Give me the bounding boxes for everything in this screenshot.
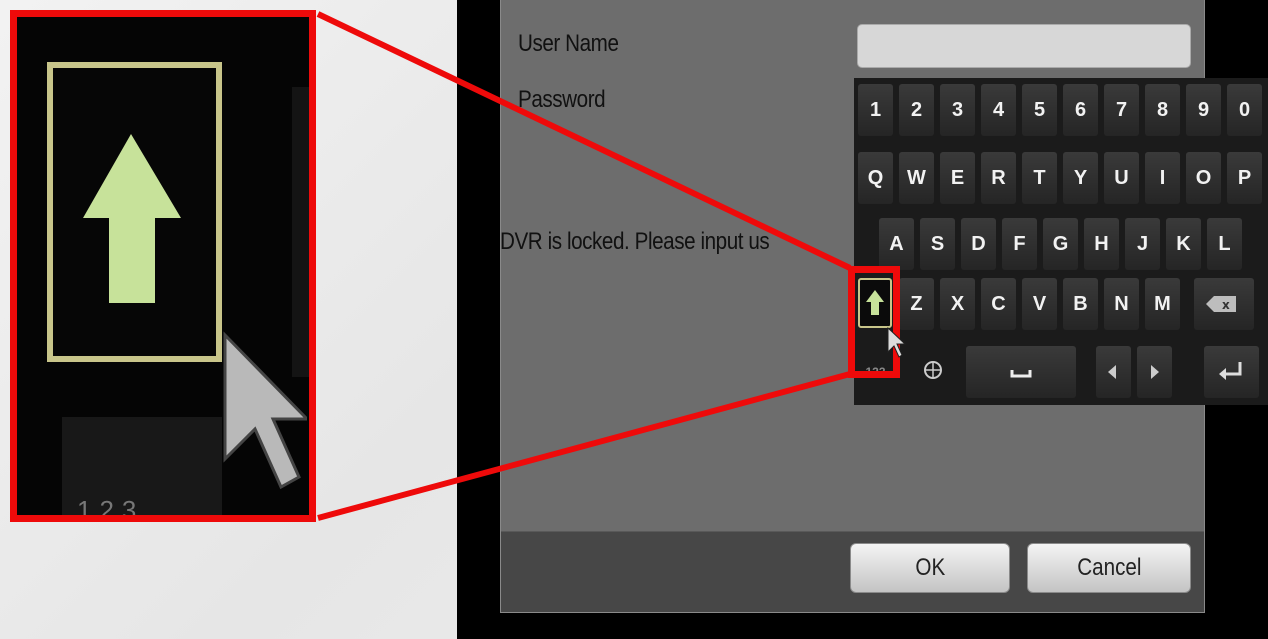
locked-message: DVR is locked. Please input us xyxy=(500,228,770,255)
globe-key[interactable] xyxy=(916,346,951,398)
username-label: User Name xyxy=(518,30,619,57)
space-key[interactable] xyxy=(966,346,1076,398)
key-p[interactable]: P xyxy=(1227,152,1262,204)
key-k[interactable]: K xyxy=(1166,218,1201,270)
key-u[interactable]: U xyxy=(1104,152,1139,204)
left-arrow-key[interactable] xyxy=(1096,346,1131,398)
key-n[interactable]: N xyxy=(1104,278,1139,330)
key-7[interactable]: 7 xyxy=(1104,84,1139,136)
key-r[interactable]: R xyxy=(981,152,1016,204)
enter-icon xyxy=(1219,362,1242,380)
key-2[interactable]: 2 xyxy=(899,84,934,136)
key-x[interactable]: X xyxy=(940,278,975,330)
zoom-shift-arrow-icon xyxy=(83,134,181,303)
globe-icon xyxy=(924,361,942,379)
key-h[interactable]: H xyxy=(1084,218,1119,270)
key-9[interactable]: 9 xyxy=(1186,84,1221,136)
on-screen-keyboard: 1 2 3 4 5 6 7 8 9 0 Q W E R T Y U I O P … xyxy=(854,78,1268,405)
zoom-mode-label: 123 xyxy=(77,495,145,522)
key-e[interactable]: E xyxy=(940,152,975,204)
key-3[interactable]: 3 xyxy=(940,84,975,136)
key-a[interactable]: A xyxy=(879,218,914,270)
key-m[interactable]: M xyxy=(1145,278,1180,330)
key-g[interactable]: G xyxy=(1043,218,1078,270)
password-label: Password xyxy=(518,86,606,113)
key-l[interactable]: L xyxy=(1207,218,1242,270)
key-v[interactable]: V xyxy=(1022,278,1057,330)
key-b[interactable]: B xyxy=(1063,278,1098,330)
key-y[interactable]: Y xyxy=(1063,152,1098,204)
mouse-pointer-icon xyxy=(887,326,906,358)
key-f[interactable]: F xyxy=(1002,218,1037,270)
enter-key[interactable] xyxy=(1204,346,1259,398)
cancel-button[interactable]: Cancel xyxy=(1027,543,1191,593)
key-1[interactable]: 1 xyxy=(858,84,893,136)
key-c[interactable]: C xyxy=(981,278,1016,330)
svg-text:x: x xyxy=(1222,298,1230,312)
key-4[interactable]: 4 xyxy=(981,84,1016,136)
key-o[interactable]: O xyxy=(1186,152,1221,204)
zoom-shift-key-frame xyxy=(47,62,222,362)
key-5[interactable]: 5 xyxy=(1022,84,1057,136)
backspace-key[interactable]: x xyxy=(1194,278,1254,330)
username-input[interactable] xyxy=(857,24,1191,68)
key-6[interactable]: 6 xyxy=(1063,84,1098,136)
shift-key-highlight xyxy=(848,266,900,378)
key-w[interactable]: W xyxy=(899,152,934,204)
space-bar-icon xyxy=(1010,370,1032,378)
key-j[interactable]: J xyxy=(1125,218,1160,270)
zoom-mouse-pointer-icon xyxy=(223,331,307,490)
key-0[interactable]: 0 xyxy=(1227,84,1262,136)
ok-button[interactable]: OK xyxy=(850,543,1010,593)
key-q[interactable]: Q xyxy=(858,152,893,204)
key-i[interactable]: I xyxy=(1145,152,1180,204)
key-s[interactable]: S xyxy=(920,218,955,270)
key-d[interactable]: D xyxy=(961,218,996,270)
zoom-callout: 123 xyxy=(10,10,316,522)
left-arrow-icon xyxy=(1108,365,1116,379)
right-arrow-icon xyxy=(1151,365,1159,379)
right-arrow-key[interactable] xyxy=(1137,346,1172,398)
key-8[interactable]: 8 xyxy=(1145,84,1180,136)
backspace-icon: x xyxy=(1206,296,1236,312)
key-t[interactable]: T xyxy=(1022,152,1057,204)
key-z[interactable]: Z xyxy=(899,278,934,330)
